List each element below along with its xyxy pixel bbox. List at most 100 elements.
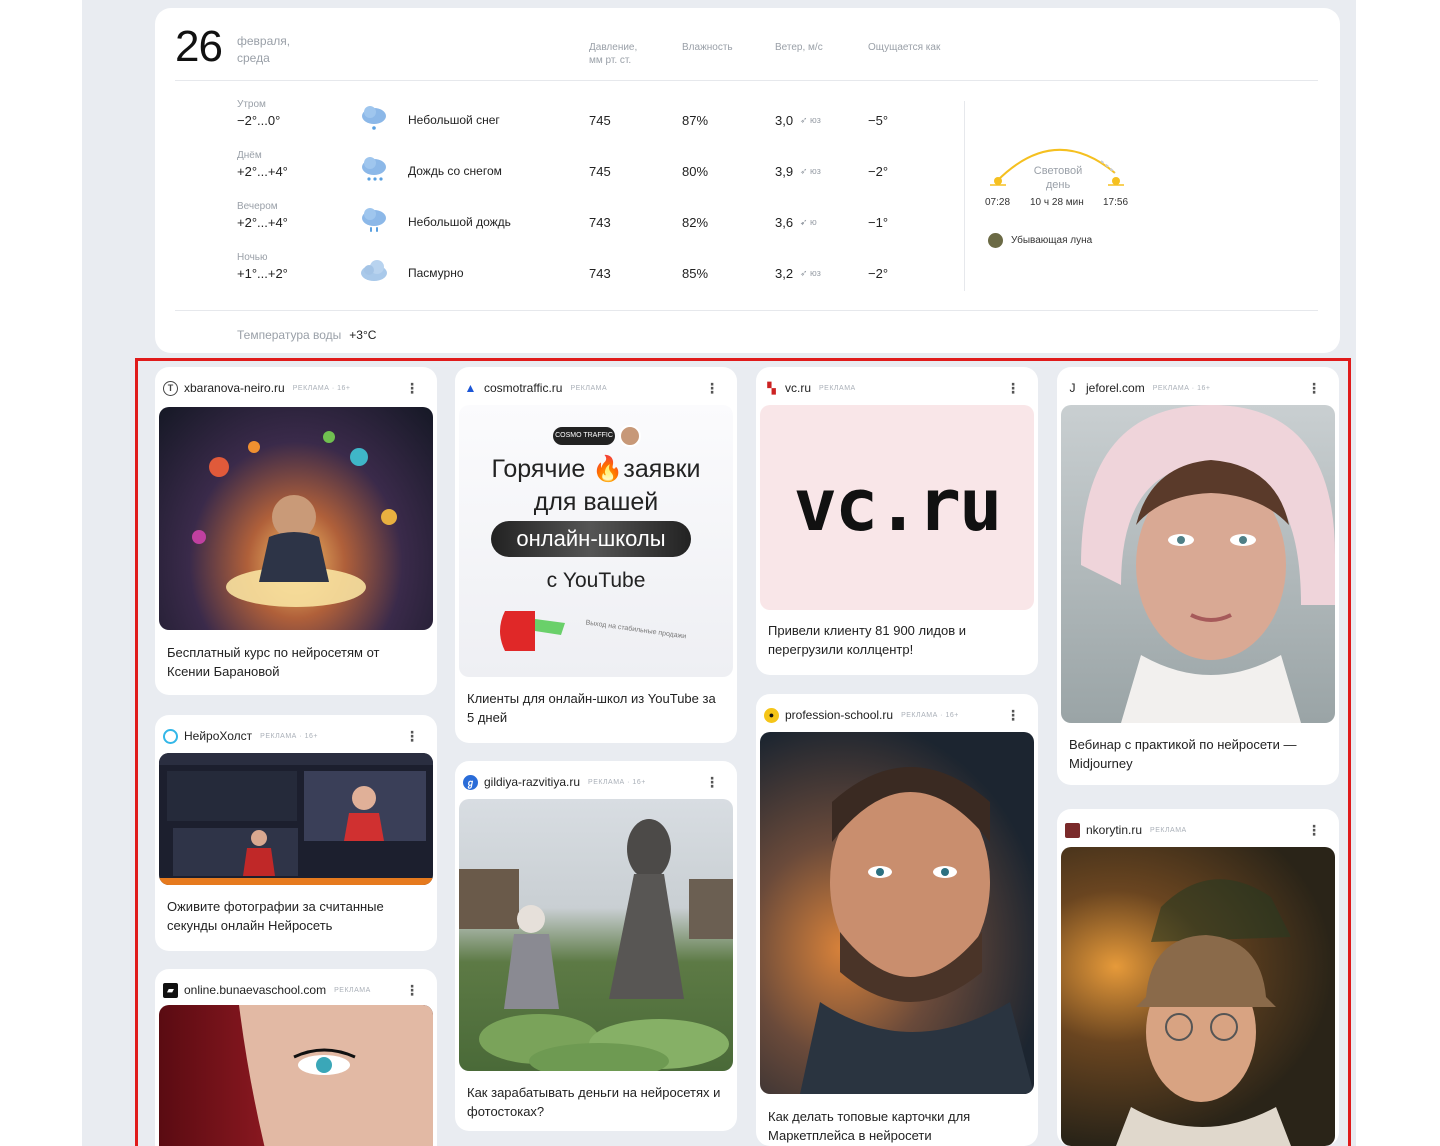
ad-domain[interactable]: xbaranova-neiro.ru	[184, 381, 285, 395]
more-menu-icon[interactable]: ⋮	[1006, 706, 1020, 724]
wind-direction: ➹ ю	[800, 217, 817, 227]
more-menu-icon[interactable]: ⋮	[1307, 821, 1321, 839]
ad-image-app-screenshot[interactable]	[159, 753, 433, 885]
wind-direction: ➶ юз	[800, 115, 821, 125]
ad-card-header: T xbaranova-neiro.ru РЕКЛАМА · 16+ ⋮	[163, 379, 429, 397]
ad-image-man-portrait[interactable]	[760, 732, 1034, 1094]
ad-image-man-cap[interactable]	[1061, 847, 1335, 1146]
ad-domain[interactable]: НейроХолст	[184, 729, 252, 743]
pressure-value: 745	[589, 113, 611, 128]
moon-phase: Убывающая луна	[1011, 235, 1093, 246]
pressure-value: 743	[589, 266, 611, 281]
ad-title[interactable]: Вебинар с практикой по нейросети — Midjo…	[1069, 735, 1327, 773]
ad-card-cosmotraffic[interactable]: ▲ cosmotraffic.ru РЕКЛАМА ⋮ COSMO TRAFFI…	[455, 367, 737, 743]
ad-title[interactable]: Бесплатный курс по нейросетям от Ксении …	[167, 643, 425, 681]
footer-divider	[175, 310, 1318, 311]
rocket-favicon-icon: ▲	[464, 381, 477, 395]
portrait-illustration	[239, 1005, 433, 1146]
water-temperature: Температура воды +3°C	[237, 328, 376, 342]
more-menu-icon[interactable]: ⋮	[405, 379, 419, 397]
sunrise-icon	[990, 177, 1006, 186]
site-favicon-icon: ●	[764, 707, 779, 723]
ad-title[interactable]: Как зарабатывать деньги на нейросетях и …	[467, 1083, 725, 1121]
condition-text: Небольшой снег	[408, 113, 500, 127]
garden-illustration	[459, 819, 733, 1071]
sunrise-time: 07:28	[985, 197, 1011, 208]
banner-note: Выход на стабильные продажи	[585, 619, 687, 641]
ad-label: РЕКЛАМА · 16+	[260, 732, 318, 740]
more-menu-icon[interactable]: ⋮	[405, 981, 419, 999]
ad-card-header: ▲ cosmotraffic.ru РЕКЛАМА ⋮	[463, 379, 729, 397]
weather-row-morning: Утром −2°...0° Небольшой снег 745 87% 3,…	[155, 99, 1340, 149]
header-divider	[175, 80, 1318, 81]
banner-headline-part2: заявки	[623, 455, 701, 483]
humidity-value: 82%	[682, 215, 709, 230]
more-menu-icon[interactable]: ⋮	[705, 379, 719, 397]
ad-card-gildiya[interactable]: ℊ gildiya-razvitiya.ru РЕКЛАМА · 16+ ⋮ К…	[455, 761, 737, 1131]
period-label: Ночью	[237, 252, 268, 263]
ad-card-neyroholst[interactable]: НейроХолст РЕКЛАМА · 16+ ⋮ Оживите фотог…	[155, 715, 437, 951]
ad-card-bunaevaschool[interactable]: ▰ online.bunaevaschool.com РЕКЛАМА ⋮	[155, 969, 437, 1146]
ad-card-vcru[interactable]: ▚ vc.ru РЕКЛАМА ⋮ vc.ru Привели клиенту …	[756, 367, 1038, 675]
period-label: Днём	[237, 150, 262, 161]
ad-title[interactable]: Клиенты для онлайн-школ из YouTube за 5 …	[467, 689, 725, 727]
water-temperature-label: Температура воды	[237, 328, 342, 342]
wind-value: 3,6	[775, 215, 794, 230]
more-menu-icon[interactable]: ⋮	[405, 727, 419, 745]
more-menu-icon[interactable]: ⋮	[1307, 379, 1321, 397]
ad-label: РЕКЛАМА	[819, 384, 856, 392]
ad-image-garden-alien[interactable]	[459, 799, 733, 1071]
feels-like-value: −2°	[868, 266, 889, 281]
ad-card-profession-school[interactable]: ● profession-school.ru РЕКЛАМА · 16+ ⋮ К…	[756, 694, 1038, 1146]
wind-value: 3,0	[775, 113, 794, 128]
ad-domain[interactable]: vc.ru	[785, 381, 811, 395]
more-menu-icon[interactable]: ⋮	[705, 773, 719, 791]
waning-moon-icon	[988, 233, 1003, 248]
ad-title[interactable]: Оживите фотографии за считанные секунды …	[167, 897, 425, 935]
ad-feed: T xbaranova-neiro.ru РЕКЛАМА · 16+ ⋮ Бес…	[138, 361, 1348, 1146]
avatar	[619, 425, 641, 447]
light-rain-icon	[362, 208, 386, 232]
ad-domain[interactable]: profession-school.ru	[785, 708, 893, 722]
vcru-logo: vc.ru	[793, 463, 1003, 547]
ad-card-xbaranova[interactable]: T xbaranova-neiro.ru РЕКЛАМА · 16+ ⋮ Бес…	[155, 367, 437, 695]
wind-value: 3,9	[775, 164, 794, 179]
wind-column-header: Ветер, м/с	[775, 42, 823, 53]
wind-direction: ➶ юз	[800, 268, 821, 278]
ad-domain[interactable]: online.bunaevaschool.com	[184, 983, 326, 997]
ad-card-jeforel[interactable]: J jeforel.com РЕКЛАМА · 16+ ⋮ Вебинар с …	[1057, 367, 1339, 785]
ad-image-fantasy-book[interactable]	[159, 407, 433, 630]
woman-helmet-illustration	[1081, 405, 1335, 723]
banner-headline-part1: Горячие	[491, 455, 586, 483]
weather-row-evening: Вечером +2°...+4° Небольшой дождь 743 82…	[155, 201, 1340, 251]
ad-image-portrait-eye[interactable]	[159, 1005, 433, 1146]
weather-row-day: Днём +2°...+4° Дождь со снегом 745 80% 3…	[155, 150, 1340, 200]
site-favicon-icon	[1065, 822, 1080, 838]
feels-like-value: −1°	[868, 215, 889, 230]
ad-image-woman-helmet[interactable]	[1061, 405, 1335, 723]
ad-banner-vcru[interactable]: vc.ru	[760, 405, 1034, 610]
weather-details-card: 26 февраля, среда Давление, мм рт. ст. В…	[155, 8, 1340, 353]
ad-card-nkorytin[interactable]: nkorytin.ru РЕКЛАМА ⋮	[1057, 809, 1339, 1146]
ad-domain[interactable]: jeforel.com	[1086, 381, 1145, 395]
weather-date-day: 26	[175, 22, 223, 71]
ad-title[interactable]: Привели клиенту 81 900 лидов и перегрузи…	[768, 621, 1026, 659]
fantasy-illustration	[192, 431, 397, 607]
ad-banner-hot-leads[interactable]: COSMO TRAFFIC Горячие 🔥заявки для вашей …	[459, 405, 733, 677]
ad-domain[interactable]: nkorytin.ru	[1086, 823, 1142, 837]
site-favicon-icon: ▚	[767, 382, 776, 395]
period-label: Утром	[237, 99, 266, 110]
ad-card-header: nkorytin.ru РЕКЛАМА ⋮	[1065, 821, 1331, 839]
app-screenshot-illustration	[159, 753, 433, 885]
ad-domain[interactable]: gildiya-razvitiya.ru	[484, 775, 580, 789]
weather-date-weekday: февраля, среда	[237, 34, 291, 65]
ad-domain[interactable]: cosmotraffic.ru	[484, 381, 562, 395]
ad-card-header: ▚ vc.ru РЕКЛАМА ⋮	[764, 379, 1030, 397]
fire-icon: 🔥	[592, 455, 624, 483]
temperature-range: −2°...0°	[237, 113, 281, 128]
ad-title[interactable]: Как делать топовые карточки для Маркетпл…	[768, 1107, 1026, 1145]
condition-text: Пасмурно	[408, 266, 464, 280]
banner-line3: с YouTube	[546, 569, 646, 592]
feels-like-value: −5°	[868, 113, 889, 128]
more-menu-icon[interactable]: ⋮	[1006, 379, 1020, 397]
